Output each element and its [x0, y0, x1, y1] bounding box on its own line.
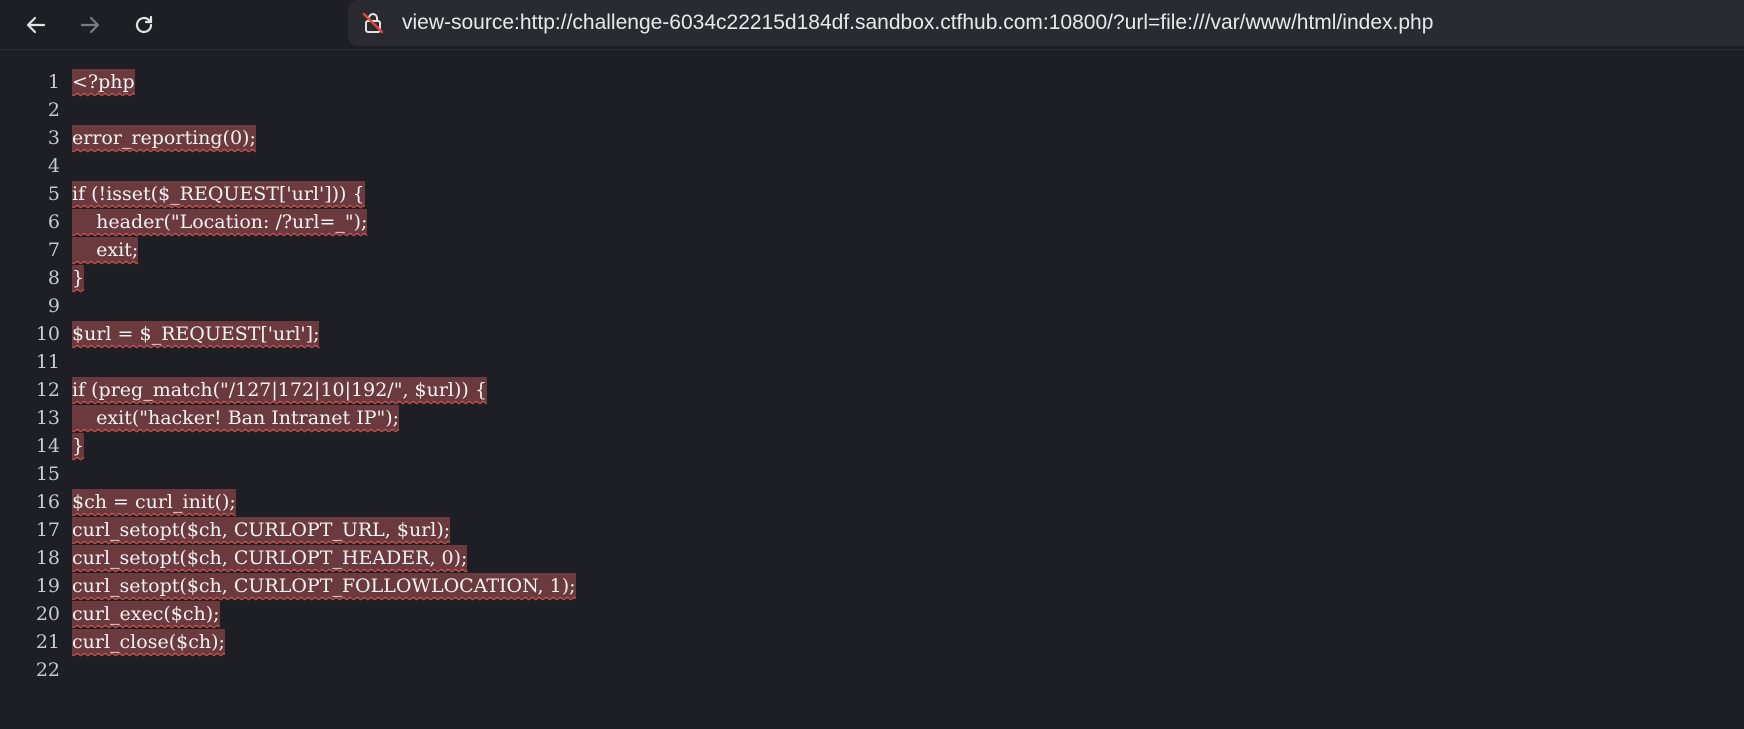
source-line: 19 curl_setopt($ch, CURLOPT_FOLLOWLOCATIO… [0, 572, 1744, 600]
reload-button[interactable] [126, 7, 162, 43]
source-line: 8} [0, 264, 1744, 292]
line-number: 12 [35, 379, 60, 401]
line-content: if (preg_match("/127|172|10|192/", $url)… [72, 377, 487, 403]
line-number: 17 [35, 519, 60, 541]
source-line: 18 curl_setopt($ch, CURLOPT_HEADER, 0); [0, 544, 1744, 572]
source-line: 21 curl_close($ch); [0, 628, 1744, 656]
source-line: 5 if (!isset($_REQUEST['url'])) { [0, 180, 1744, 208]
line-content: $ch = curl_init(); [72, 489, 236, 515]
source-line: 9 [0, 292, 1744, 320]
line-number: 6 [47, 211, 60, 233]
line-content: header("Location: /?url=_"); [72, 209, 368, 235]
line-content: curl_setopt($ch, CURLOPT_HEADER, 0); [72, 545, 468, 571]
source-line: 1 <?php [0, 68, 1744, 96]
source-line: 10 $url = $_REQUEST['url']; [0, 320, 1744, 348]
not-secure-icon [362, 12, 384, 34]
site-info-button[interactable] [358, 8, 388, 38]
line-content: curl_setopt($ch, CURLOPT_FOLLOWLOCATION,… [72, 573, 576, 599]
line-number: 2 [47, 99, 60, 121]
line-content: curl_exec($ch); [72, 601, 220, 627]
line-number: 13 [35, 407, 60, 429]
source-line: 17 curl_setopt($ch, CURLOPT_URL, $url); [0, 516, 1744, 544]
source-line: 7 exit; [0, 236, 1744, 264]
line-content: <?php [72, 69, 135, 95]
source-line: 2 [0, 96, 1744, 124]
line-number: 20 [35, 603, 60, 625]
source-line: 16 $ch = curl_init(); [0, 488, 1744, 516]
url-text[interactable]: view-source:http://challenge-6034c22215d… [402, 11, 1433, 35]
line-number: 5 [47, 183, 60, 205]
source-line: 22 [0, 656, 1744, 684]
line-number: 14 [35, 435, 60, 457]
line-number: 10 [35, 323, 60, 345]
line-number: 3 [47, 127, 60, 149]
arrow-right-icon [80, 16, 100, 34]
line-number: 8 [47, 267, 60, 289]
source-line: 12 if (preg_match("/127|172|10|192/", $ur… [0, 376, 1744, 404]
forward-button[interactable] [72, 7, 108, 43]
line-number: 4 [47, 155, 60, 177]
source-line: 6 header("Location: /?url=_"); [0, 208, 1744, 236]
line-number: 15 [35, 463, 60, 485]
line-content: error_reporting(0); [72, 125, 256, 151]
line-number: 22 [35, 659, 60, 681]
line-content: exit; [72, 237, 139, 263]
browser-toolbar: view-source:http://challenge-6034c22215d… [0, 0, 1744, 50]
back-button[interactable] [18, 7, 54, 43]
source-line: 15 [0, 460, 1744, 488]
source-view: 1 <?php 2 3 error_reporting(0); 4 5 if (!isset(… [0, 68, 1744, 684]
reload-icon [135, 15, 153, 34]
source-line: 14} [0, 432, 1744, 460]
address-bar[interactable]: view-source:http://challenge-6034c22215d… [348, 0, 1744, 46]
line-number: 19 [35, 575, 60, 597]
line-number: 18 [35, 547, 60, 569]
source-line: 13 exit("hacker! Ban Intranet IP"); [0, 404, 1744, 432]
line-content: $url = $_REQUEST['url']; [72, 321, 320, 347]
line-number: 16 [35, 491, 60, 513]
line-number: 21 [35, 631, 60, 653]
source-line: 4 [0, 152, 1744, 180]
line-content: if (!isset($_REQUEST['url'])) { [72, 181, 365, 207]
arrow-left-icon [26, 16, 46, 34]
line-content: } [72, 433, 85, 459]
line-number: 1 [47, 71, 60, 93]
source-line: 20 curl_exec($ch); [0, 600, 1744, 628]
source-line: 3 error_reporting(0); [0, 124, 1744, 152]
line-content: curl_close($ch); [72, 629, 225, 655]
line-content: } [72, 265, 85, 291]
source-line: 11 [0, 348, 1744, 376]
line-number: 11 [35, 351, 60, 373]
line-content: exit("hacker! Ban Intranet IP"); [72, 405, 400, 431]
line-number: 9 [47, 295, 60, 317]
line-content: curl_setopt($ch, CURLOPT_URL, $url); [72, 517, 451, 543]
line-number: 7 [47, 239, 60, 261]
